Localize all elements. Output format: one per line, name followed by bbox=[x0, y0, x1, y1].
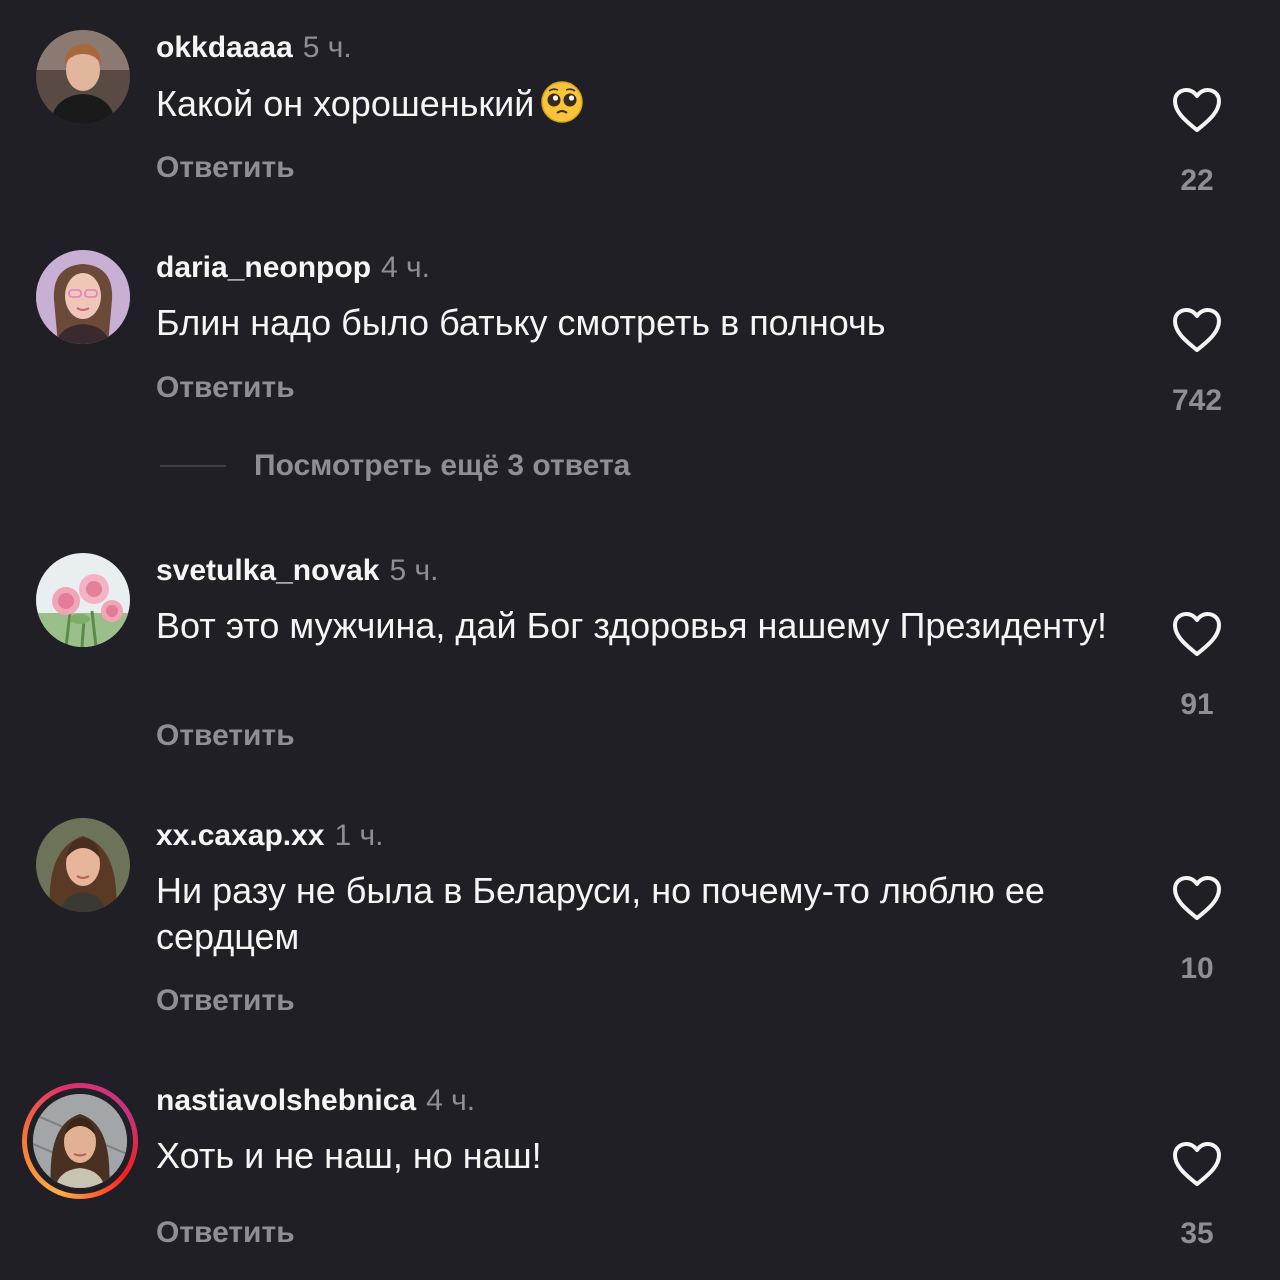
avatar[interactable] bbox=[36, 30, 130, 124]
comment-username[interactable]: daria_neonpop bbox=[156, 251, 371, 284]
pleading-face-emoji bbox=[540, 80, 584, 124]
avatar[interactable] bbox=[36, 250, 130, 344]
avatar[interactable] bbox=[36, 818, 130, 912]
comment-username[interactable]: xx.caxap.xx bbox=[156, 819, 324, 852]
reply-button[interactable]: Ответить bbox=[156, 983, 295, 1019]
comment-username[interactable]: nastiavolshebnica bbox=[156, 1084, 416, 1117]
like-button[interactable]: 10 bbox=[1166, 874, 1228, 985]
comment-text: Вот это мужчина, дай Бог здоровья нашему… bbox=[156, 605, 1108, 646]
like-count: 10 bbox=[1180, 952, 1214, 985]
comment-text: Хоть и не наш, но наш! bbox=[156, 1135, 542, 1176]
reply-button[interactable]: Ответить bbox=[156, 370, 295, 406]
reply-button[interactable]: Ответить bbox=[156, 150, 295, 186]
comment-text: Ни разу не была в Беларуси, но почему-то… bbox=[156, 870, 1045, 957]
like-count: 742 bbox=[1171, 384, 1223, 417]
heart-outline-icon bbox=[1173, 612, 1221, 656]
replies-divider bbox=[160, 465, 226, 467]
heart-outline-icon bbox=[1173, 88, 1221, 132]
avatar-story-ring[interactable] bbox=[22, 1083, 138, 1199]
comment-time: 1 ч. bbox=[334, 819, 384, 852]
like-count: 22 bbox=[1180, 164, 1214, 197]
view-more-replies-label: Посмотреть ещё 3 ответа bbox=[254, 449, 631, 482]
like-button[interactable]: 742 bbox=[1166, 306, 1228, 417]
comment-time: 4 ч. bbox=[426, 1084, 476, 1117]
comment-time: 5 ч. bbox=[302, 31, 352, 64]
like-count: 35 bbox=[1180, 1217, 1214, 1250]
like-button[interactable]: 35 bbox=[1166, 1140, 1228, 1250]
like-button[interactable]: 22 bbox=[1166, 86, 1228, 197]
like-button[interactable]: 91 bbox=[1166, 610, 1228, 721]
heart-outline-icon bbox=[1173, 876, 1221, 920]
comment-text: Блин надо было батьку смотреть в полночь bbox=[156, 302, 886, 343]
heart-outline-icon bbox=[1173, 308, 1221, 352]
heart-outline-icon bbox=[1173, 1142, 1221, 1186]
avatar[interactable] bbox=[36, 553, 130, 647]
comment-text-wrap: Какой он хорошенький bbox=[156, 80, 1136, 127]
comment-username[interactable]: svetulka_novak bbox=[156, 554, 379, 587]
like-count: 91 bbox=[1180, 688, 1214, 721]
reply-button[interactable]: Ответить bbox=[156, 718, 295, 754]
comment-time: 5 ч. bbox=[389, 554, 439, 587]
reply-button[interactable]: Ответить bbox=[156, 1215, 295, 1251]
view-more-replies-button[interactable]: Посмотреть ещё 3 ответа bbox=[160, 448, 630, 484]
comment-username[interactable]: okkdaaaa bbox=[156, 31, 293, 64]
comment-time: 4 ч. bbox=[381, 251, 431, 284]
comment-text: Какой он хорошенький bbox=[156, 83, 535, 124]
